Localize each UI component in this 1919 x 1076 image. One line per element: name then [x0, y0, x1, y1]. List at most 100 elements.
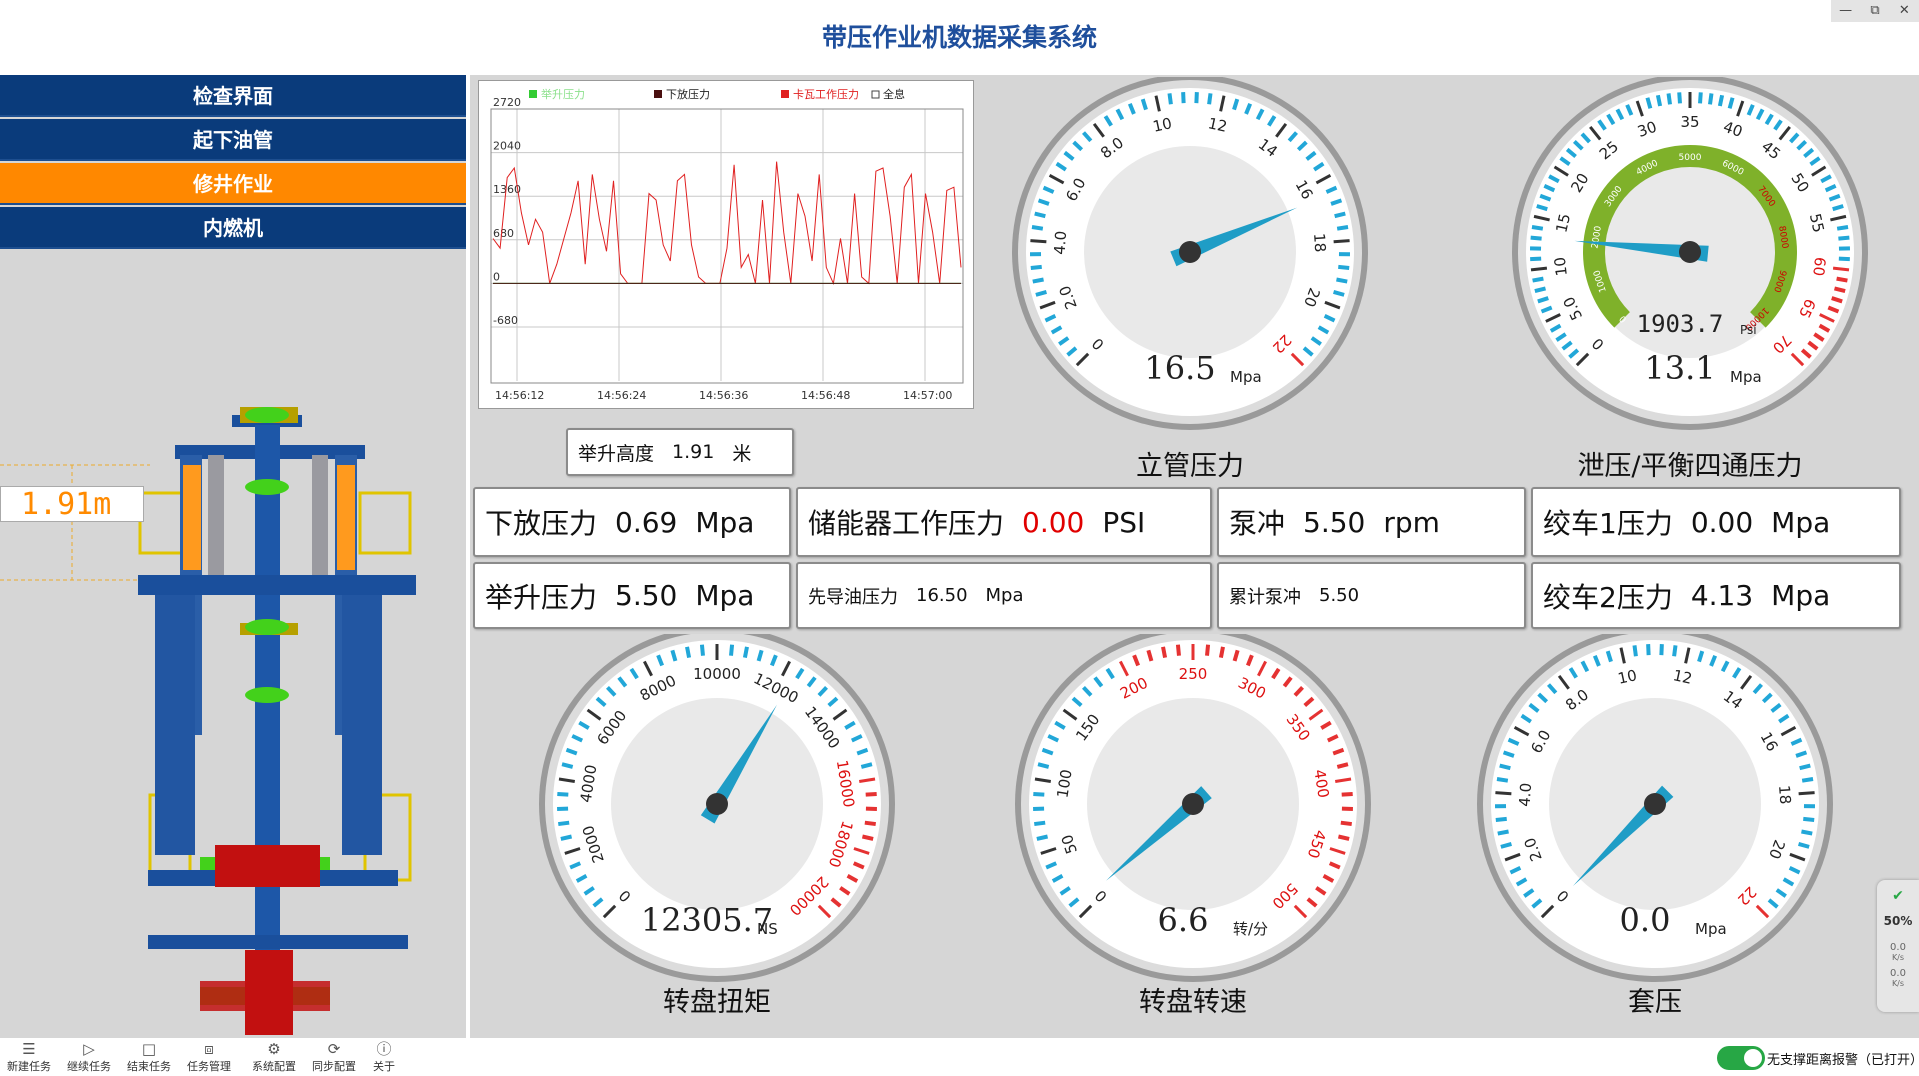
play-icon: ▷ — [83, 1040, 95, 1058]
legend-marker-slip — [781, 90, 789, 98]
gauge-readout: 13.1 — [1644, 349, 1715, 387]
gauge-tick — [1798, 842, 1810, 849]
standpipe-pressure-gauge: 02.04.06.08.010 12141618202216.5 Mpa — [1012, 77, 1368, 430]
chart-y-tick-label: 680 — [493, 227, 514, 240]
chart-legend: 举升压力 下放压力 卡瓦工作压力 全息 — [529, 87, 905, 101]
sync-config-label: 同步配置 — [312, 1060, 356, 1073]
legend-label-lift[interactable]: 举升压力 — [541, 87, 585, 101]
task-manage-button[interactable]: ⧈ 任务管理 — [180, 1040, 238, 1074]
gauge-unit: 转/分 — [1233, 920, 1268, 938]
gauge-tick — [1801, 829, 1813, 836]
pump-stroke-label: 泵冲 — [1229, 507, 1286, 540]
continue-task-button[interactable]: ▷ 继续任务 — [60, 1040, 118, 1074]
gauge-readout: 6.6 — [1158, 901, 1209, 939]
chart-x-tick-label: 14:56:36 — [699, 389, 748, 402]
download-speed: 0.0 — [1890, 968, 1906, 979]
gauge-tick — [1037, 762, 1050, 769]
gauge-tick — [1530, 235, 1542, 241]
gauge-tick — [1698, 92, 1703, 104]
down-pressure-label: 下放压力 — [485, 507, 598, 540]
total-stroke-label: 累计泵冲 — [1229, 586, 1301, 608]
accumulator-value: 0.00 — [1022, 505, 1085, 539]
gauge-tick — [1161, 646, 1168, 659]
pressure-trend-chart: 举升压力 下放压力 卡瓦工作压力 全息 2720204013606800-680… — [478, 80, 974, 409]
gauge-tick — [699, 644, 705, 656]
new-task-button[interactable]: ☰ 新建任务 — [0, 1040, 58, 1074]
system-config-button[interactable]: ⚙ 系统配置 — [245, 1040, 303, 1074]
gauge-tick — [1495, 791, 1512, 796]
lift-pressure-value: 5.50 — [615, 579, 678, 612]
chart-x-tick-label: 14:56:48 — [801, 389, 850, 402]
gauge-tick — [1336, 277, 1348, 284]
casing-gauge-caption: 套压 — [1628, 987, 1682, 1018]
task-manage-label: 任务管理 — [187, 1060, 231, 1073]
gauge-tick — [1836, 276, 1848, 283]
gauge-tick-label: 4.0 — [1516, 782, 1536, 807]
gauge-tick — [1034, 211, 1046, 219]
network-monitor-widget[interactable]: ✔ 50% 0.0 K/s 0.0 K/s — [1877, 880, 1919, 1012]
gear-icon: ⚙ — [267, 1040, 281, 1058]
gauge-tick — [1655, 94, 1663, 107]
casing-pressure-gauge: 02.04.06.08.010 1214161820220.0 Mpa — [1477, 634, 1833, 982]
restore-button[interactable]: ⧉ — [1860, 0, 1889, 22]
chart-y-tick-label: 2720 — [493, 96, 521, 109]
rotary-speed-gauge-caption: 转盘转速 — [1139, 987, 1247, 1018]
legend-label-all[interactable]: 全息 — [883, 87, 905, 101]
chart-x-tick-label: 14:57:00 — [903, 389, 952, 402]
gauge-tick — [561, 762, 574, 769]
gauge-tick — [1666, 93, 1672, 105]
legend-marker-down — [654, 90, 662, 98]
gauge-tick — [1207, 93, 1213, 105]
winch2-value: 4.13 — [1690, 579, 1754, 612]
gauge-tick-label: 4.0 — [1051, 230, 1071, 255]
gauge-tick — [1337, 834, 1350, 841]
gauge-tick — [560, 834, 573, 841]
gauge-tick — [729, 644, 735, 656]
gauge-tick — [1034, 820, 1046, 827]
down-pressure-field: 下放压力 0.69 Mpa — [473, 487, 791, 557]
gauge-unit: Mpa — [1230, 368, 1262, 386]
lift-pressure-field: 举升压力 5.50 Mpa — [473, 562, 791, 629]
legend-label-slip[interactable]: 卡瓦工作压力 — [793, 88, 859, 101]
legend-label-down[interactable]: 下放压力 — [666, 87, 710, 101]
total-stroke-field: 累计泵冲 5.50 — [1217, 562, 1526, 629]
winch2-unit: Mpa — [1771, 579, 1831, 612]
lift-height-label: 举升高度 — [578, 442, 655, 465]
gauge-tick — [1532, 276, 1544, 283]
gauge-tick — [865, 791, 877, 797]
winch2-label: 绞车2压力 — [1543, 580, 1673, 614]
about-button[interactable]: ⓘ 关于 — [355, 1040, 413, 1074]
alarm-toggle[interactable] — [1717, 1046, 1765, 1070]
gauge-tick — [1495, 816, 1507, 822]
end-task-label: 结束任务 — [127, 1060, 171, 1073]
chart-x-tick-label: 14:56:12 — [495, 389, 544, 402]
gauge-tick — [742, 646, 749, 659]
chart-x-ticks: 14:56:12 14:56:24 14:56:36 14:56:48 14:57:00 — [495, 389, 952, 402]
gauge-tick-label: 60 — [1809, 256, 1829, 277]
torque-gauge-caption: 转盘扭矩 — [663, 987, 771, 1018]
gauge-tick — [1499, 763, 1511, 771]
gauge-tick — [1496, 776, 1509, 783]
window-controls: — ⧉ ✕ — [1831, 0, 1919, 22]
nav-item-inspection[interactable]: 检查界面 — [0, 75, 466, 117]
legend-checkbox-all[interactable] — [871, 90, 880, 99]
shield-icon: ✔ — [1892, 888, 1904, 904]
close-button[interactable]: ✕ — [1890, 0, 1919, 22]
end-task-button[interactable]: □ 结束任务 — [120, 1040, 178, 1074]
gauge-tick-label: 10000 — [693, 665, 741, 683]
gauge-tick — [1175, 644, 1181, 656]
gauge-tick — [1645, 97, 1653, 109]
gauge-tick — [1035, 290, 1047, 297]
lift-pressure-label: 举升压力 — [485, 580, 598, 614]
gauge-tick-label: 18 — [1310, 233, 1329, 253]
gauge-tick — [1030, 239, 1047, 244]
winch1-unit: Mpa — [1771, 505, 1831, 539]
minimize-button[interactable]: — — [1831, 0, 1860, 22]
accumulator-unit: PSI — [1102, 505, 1146, 539]
gauge-tick — [1338, 264, 1350, 270]
nav-item-tubing[interactable]: 起下油管 — [0, 119, 466, 161]
accumulator-pressure-field: 储能器工作压力 0.00 PSI — [796, 487, 1212, 557]
gauge-tick — [1218, 646, 1225, 659]
pilot-oil-unit: Mpa — [985, 585, 1024, 606]
rotary-speed-gauge: 050100150200 250 3003504004505006.6 转/分 — [1015, 634, 1371, 982]
